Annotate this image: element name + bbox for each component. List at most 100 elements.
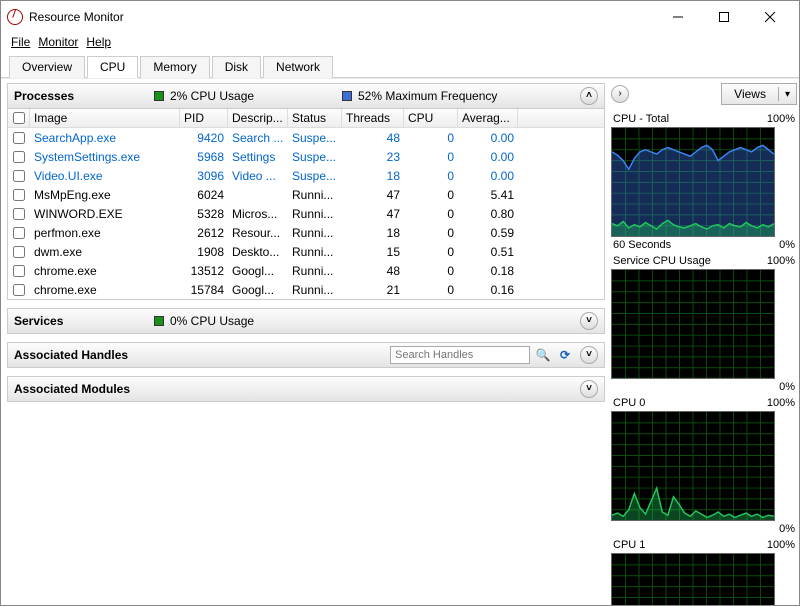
collapse-button[interactable]: ˄: [580, 87, 598, 105]
processes-max-freq: 52% Maximum Frequency: [342, 89, 497, 103]
menu-monitor[interactable]: Monitor: [38, 35, 78, 49]
cell-status: Runni...: [288, 226, 342, 240]
expand-button[interactable]: ˅: [580, 312, 598, 330]
services-header[interactable]: Services 0% CPU Usage ˅: [7, 308, 605, 334]
cell-image: chrome.exe: [30, 283, 180, 297]
resource-monitor-window: Resource Monitor File Monitor Help Overv…: [0, 0, 800, 606]
table-row[interactable]: chrome.exe15784Googl...Runni...2100.16: [8, 280, 604, 299]
search-handles-input[interactable]: [390, 346, 530, 364]
table-row[interactable]: dwm.exe1908Deskto...Runni...1500.51: [8, 242, 604, 261]
cell-desc: Deskto...: [228, 245, 288, 259]
menu-help[interactable]: Help: [86, 35, 111, 49]
handles-header[interactable]: Associated Handles 🔍 ⟳ ˅: [7, 342, 605, 368]
col-threads[interactable]: Threads: [342, 109, 404, 127]
cell-status: Runni...: [288, 188, 342, 202]
right-pane[interactable]: › Views ▾ CPU - Total100% 60 Seconds0% S…: [607, 79, 799, 605]
handles-title: Associated Handles: [14, 348, 128, 362]
cell-desc: Resour...: [228, 226, 288, 240]
cell-avg: 0.59: [458, 226, 518, 240]
chevron-up-icon: ˄: [586, 91, 592, 101]
close-button[interactable]: [747, 3, 793, 31]
tab-disk[interactable]: Disk: [212, 56, 261, 78]
tab-memory[interactable]: Memory: [140, 56, 209, 78]
cell-status: Runni...: [288, 245, 342, 259]
maximize-button[interactable]: [701, 3, 747, 31]
cell-threads: 47: [342, 188, 404, 202]
col-checkbox[interactable]: [8, 109, 30, 127]
cell-avg: 0.18: [458, 264, 518, 278]
tab-cpu[interactable]: CPU: [87, 56, 138, 78]
chart-cpu-total: [611, 127, 775, 237]
cell-image: SystemSettings.exe: [30, 150, 180, 164]
collapse-charts-button[interactable]: ›: [611, 85, 629, 103]
row-checkbox[interactable]: [13, 189, 25, 201]
grid-rows: SearchApp.exe9420Search ...Suspe...4800.…: [8, 128, 604, 299]
cell-threads: 48: [342, 264, 404, 278]
table-row[interactable]: perfmon.exe2612Resour...Runni...1800.59: [8, 223, 604, 242]
col-cpu[interactable]: CPU: [404, 109, 458, 127]
table-row[interactable]: WINWORD.EXE5328Micros...Runni...4700.80: [8, 204, 604, 223]
select-all-checkbox[interactable]: [13, 112, 25, 124]
cell-cpu: 0: [404, 131, 458, 145]
cell-desc: Googl...: [228, 264, 288, 278]
cell-desc: Search ...: [228, 131, 288, 145]
cell-status: Runni...: [288, 264, 342, 278]
col-pid[interactable]: PID: [180, 109, 228, 127]
table-row[interactable]: SystemSettings.exe5968SettingsSuspe...23…: [8, 147, 604, 166]
search-icon[interactable]: 🔍: [534, 346, 552, 364]
row-checkbox[interactable]: [13, 265, 25, 277]
minimize-button[interactable]: [655, 3, 701, 31]
window-title: Resource Monitor: [29, 10, 655, 24]
table-row[interactable]: chrome.exe13512Googl...Runni...4800.18: [8, 261, 604, 280]
table-row[interactable]: MsMpEng.exe6024Runni...4705.41: [8, 185, 604, 204]
chart-cpu1: [611, 553, 775, 605]
green-swatch-icon: [154, 91, 164, 101]
row-checkbox[interactable]: [13, 170, 25, 182]
menu-file[interactable]: File: [11, 35, 30, 49]
titlebar: Resource Monitor: [1, 1, 799, 33]
processes-header[interactable]: Processes 2% CPU Usage 52% Maximum Frequ…: [7, 83, 605, 109]
table-row[interactable]: SearchApp.exe9420Search ...Suspe...4800.…: [8, 128, 604, 147]
modules-header[interactable]: Associated Modules ˅: [7, 376, 605, 402]
tab-overview[interactable]: Overview: [9, 56, 85, 78]
table-row[interactable]: Video.UI.exe3096Video ...Suspe...1800.00: [8, 166, 604, 185]
row-checkbox[interactable]: [13, 284, 25, 296]
views-button[interactable]: Views ▾: [721, 83, 797, 105]
refresh-icon[interactable]: ⟳: [556, 346, 574, 364]
col-avg[interactable]: Averag...: [458, 109, 518, 127]
cell-cpu: 0: [404, 169, 458, 183]
col-status[interactable]: Status: [288, 109, 342, 127]
services-title: Services: [14, 314, 154, 328]
cell-image: WINWORD.EXE: [30, 207, 180, 221]
cell-cpu: 0: [404, 283, 458, 297]
left-pane[interactable]: Processes 2% CPU Usage 52% Maximum Frequ…: [1, 79, 607, 605]
cell-image: chrome.exe: [30, 264, 180, 278]
tab-network[interactable]: Network: [263, 56, 333, 78]
expand-button[interactable]: ˅: [580, 380, 598, 398]
row-checkbox[interactable]: [13, 132, 25, 144]
chart-service-xaxis: 0%: [611, 379, 797, 395]
cell-threads: 18: [342, 169, 404, 183]
row-checkbox[interactable]: [13, 151, 25, 163]
cell-pid: 13512: [180, 264, 228, 278]
cell-desc: Googl...: [228, 283, 288, 297]
row-checkbox[interactable]: [13, 227, 25, 239]
col-desc[interactable]: Descrip...: [228, 109, 288, 127]
cell-pid: 1908: [180, 245, 228, 259]
col-image[interactable]: Image: [30, 109, 180, 127]
cell-status: Suspe...: [288, 131, 342, 145]
cell-threads: 21: [342, 283, 404, 297]
cell-pid: 3096: [180, 169, 228, 183]
processes-title: Processes: [14, 89, 154, 103]
cell-avg: 0.16: [458, 283, 518, 297]
expand-button[interactable]: ˅: [580, 346, 598, 364]
right-top-bar: › Views ▾: [611, 83, 797, 105]
chevron-right-icon: ›: [618, 89, 621, 99]
window-buttons: [655, 3, 793, 31]
row-checkbox[interactable]: [13, 208, 25, 220]
row-checkbox[interactable]: [13, 246, 25, 258]
cell-cpu: 0: [404, 150, 458, 164]
chart-total-xaxis: 60 Seconds0%: [611, 237, 797, 253]
cell-image: MsMpEng.exe: [30, 188, 180, 202]
cell-threads: 47: [342, 207, 404, 221]
